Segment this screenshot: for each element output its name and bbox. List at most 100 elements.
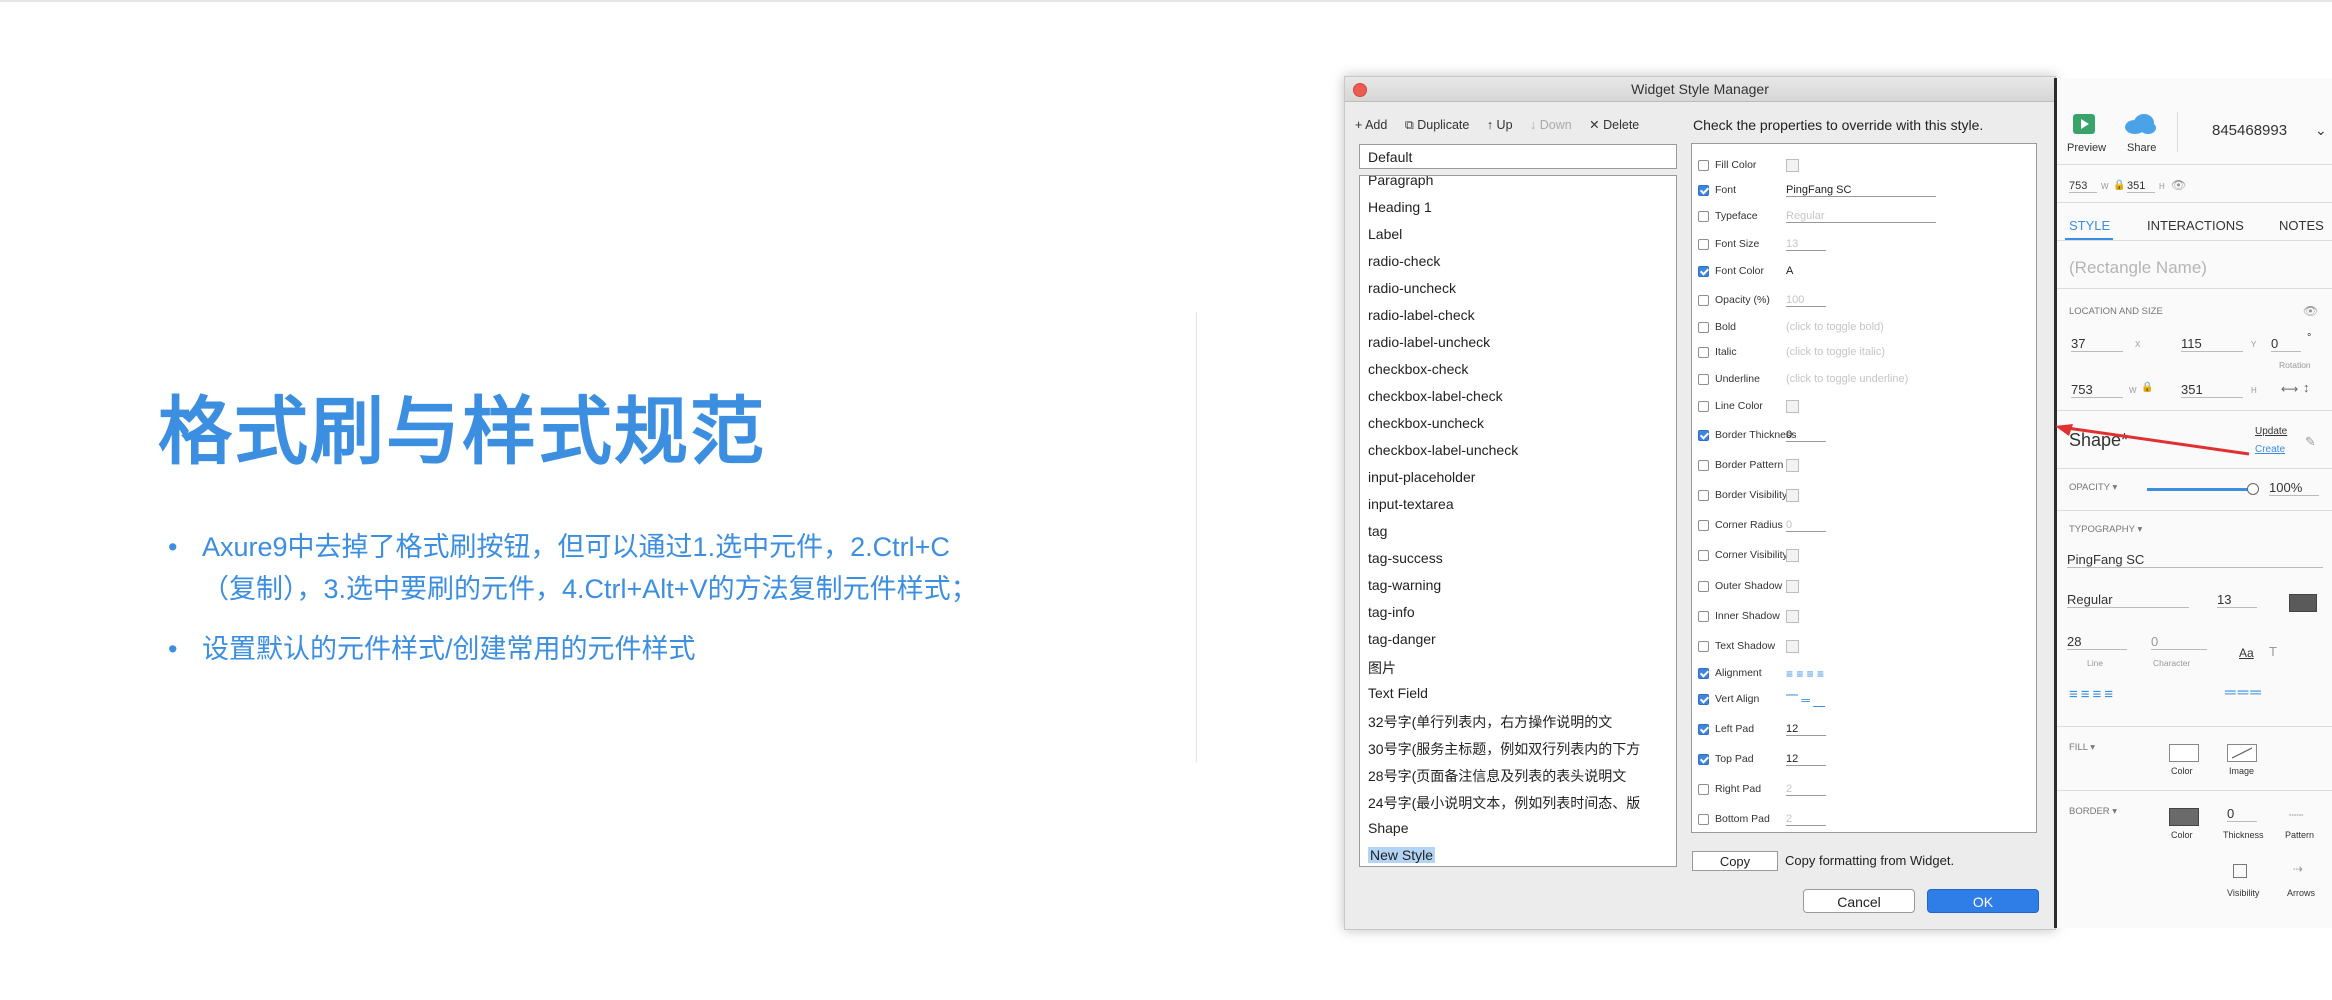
property-checkbox[interactable]: [1698, 429, 1709, 441]
opacity-field[interactable]: 100%: [2269, 480, 2319, 496]
eye-icon[interactable]: 👁: [2171, 178, 2186, 192]
cancel-button[interactable]: Cancel: [1803, 889, 1915, 913]
character-spacing-field[interactable]: 0: [2151, 634, 2207, 650]
border-color-swatch[interactable]: [2169, 808, 2199, 826]
font-weight-select[interactable]: Regular: [2067, 592, 2189, 608]
text-case-icon[interactable]: Aa: [2239, 646, 2254, 660]
property-checkbox[interactable]: [1698, 611, 1709, 622]
property-swatch[interactable]: [1786, 488, 1799, 502]
property-value[interactable]: 13: [1786, 238, 1826, 251]
property-checkbox[interactable]: [1698, 813, 1709, 825]
style-list-item[interactable]: 32号字(单行列表内，右方操作说明的文: [1368, 712, 1673, 732]
property-value[interactable]: Regular: [1786, 210, 1936, 223]
fill-color-swatch[interactable]: [2169, 744, 2199, 762]
property-swatch[interactable]: [1786, 158, 1799, 172]
style-list-item[interactable]: radio-check: [1368, 253, 1673, 269]
create-style-link[interactable]: Create: [2255, 444, 2285, 455]
style-list-item[interactable]: tag-danger: [1368, 631, 1673, 647]
style-list-item[interactable]: Heading 1: [1368, 199, 1673, 215]
copy-button[interactable]: Copy: [1692, 851, 1778, 871]
style-list-item[interactable]: Paragraph: [1368, 176, 1673, 188]
delete-style-button[interactable]: ✕ Delete: [1589, 118, 1639, 132]
style-list-item[interactable]: radio-label-check: [1368, 307, 1673, 323]
property-checkbox[interactable]: [1698, 693, 1709, 705]
top-height-field[interactable]: 351: [2127, 180, 2155, 193]
property-swatch[interactable]: [1786, 580, 1799, 593]
y-field[interactable]: 115: [2181, 336, 2243, 352]
property-value[interactable]: ⎺ ═ ⎽: [1786, 693, 1825, 708]
property-checkbox[interactable]: [1698, 668, 1709, 679]
width-field[interactable]: 753: [2071, 382, 2123, 398]
style-list-item[interactable]: 30号字(服务主标题，例如双行列表内的下方: [1368, 739, 1673, 759]
rectangle-name-field[interactable]: (Rectangle Name): [2069, 258, 2207, 278]
property-value[interactable]: 0: [1786, 519, 1826, 532]
style-list-item[interactable]: checkbox-label-uncheck: [1368, 442, 1673, 458]
eye-icon[interactable]: 👁: [2303, 304, 2318, 318]
property-checkbox[interactable]: [1698, 519, 1709, 531]
property-checkbox[interactable]: [1698, 374, 1709, 385]
property-value[interactable]: 100: [1786, 294, 1826, 307]
style-list-item[interactable]: radio-uncheck: [1368, 280, 1673, 296]
property-swatch[interactable]: [1786, 548, 1799, 562]
property-swatch[interactable]: [1786, 640, 1799, 653]
style-list-item[interactable]: 图片: [1368, 658, 1673, 678]
vertical-align-icon[interactable]: ═══: [2225, 684, 2263, 701]
cloud-share-icon[interactable]: [2123, 112, 2157, 139]
style-list-item[interactable]: 24号字(最小说明文本，例如列表时间态、版: [1368, 793, 1673, 813]
move-up-button[interactable]: ↑ Up: [1487, 118, 1513, 132]
property-checkbox[interactable]: [1698, 266, 1709, 277]
tab-interactions[interactable]: INTERACTIONS: [2147, 218, 2244, 233]
style-list-item[interactable]: checkbox-check: [1368, 361, 1673, 377]
style-list-item[interactable]: checkbox-uncheck: [1368, 415, 1673, 431]
lock-icon[interactable]: 🔒: [2113, 180, 2125, 191]
property-checkbox[interactable]: [1698, 783, 1709, 795]
text-align-icon[interactable]: ≡≡≡≡: [2069, 686, 2116, 703]
account-id[interactable]: 845468993: [2212, 122, 2287, 139]
style-list-item[interactable]: tag-warning: [1368, 577, 1673, 593]
lock-icon[interactable]: 🔒: [2141, 382, 2153, 393]
height-field[interactable]: 351: [2181, 382, 2243, 398]
property-value[interactable]: PingFang SC: [1786, 184, 1936, 197]
style-list[interactable]: Paragraph Heading 1 Label radio-check radio-…: [1359, 175, 1677, 867]
style-edit-icon[interactable]: ✎: [2305, 434, 2316, 450]
property-checkbox[interactable]: [1698, 753, 1709, 765]
close-icon[interactable]: [1353, 83, 1367, 97]
top-width-field[interactable]: 753: [2069, 180, 2097, 193]
property-checkbox[interactable]: [1698, 294, 1709, 306]
property-checkbox[interactable]: [1698, 641, 1709, 652]
property-value[interactable]: (click to toggle underline): [1786, 373, 1908, 385]
style-list-item[interactable]: tag: [1368, 523, 1673, 539]
opacity-slider[interactable]: [2147, 488, 2251, 491]
style-list-item[interactable]: input-textarea: [1368, 496, 1673, 512]
property-checkbox[interactable]: [1698, 347, 1709, 358]
property-swatch[interactable]: [1786, 458, 1799, 472]
opacity-slider-handle[interactable]: [2247, 483, 2259, 495]
property-checkbox[interactable]: [1698, 159, 1709, 171]
preview-label[interactable]: Preview: [2067, 142, 2106, 154]
arrow-style-icon[interactable]: ⇢: [2293, 862, 2303, 876]
share-label[interactable]: Share: [2127, 142, 2156, 154]
tab-style[interactable]: STYLE: [2069, 218, 2110, 233]
font-color-swatch[interactable]: [2289, 594, 2317, 612]
property-swatch[interactable]: [1786, 400, 1799, 413]
font-family-select[interactable]: PingFang SC: [2067, 552, 2323, 568]
style-list-item[interactable]: tag-info: [1368, 604, 1673, 620]
style-list-item[interactable]: tag-success: [1368, 550, 1673, 566]
property-swatch[interactable]: [1786, 610, 1799, 623]
property-value[interactable]: 12: [1786, 753, 1826, 766]
text-shadow-icon[interactable]: T: [2269, 644, 2277, 659]
fit-width-icon[interactable]: ⟷: [2281, 382, 2298, 396]
property-checkbox[interactable]: [1698, 210, 1709, 222]
property-checkbox[interactable]: [1698, 549, 1709, 561]
property-value[interactable]: (click to toggle bold): [1786, 321, 1884, 333]
style-list-item[interactable]: Text Field: [1368, 685, 1673, 701]
property-value[interactable]: ≡ ≡ ≡ ≡: [1786, 667, 1824, 681]
property-checkbox[interactable]: [1698, 239, 1709, 250]
style-list-item[interactable]: checkbox-label-check: [1368, 388, 1673, 404]
line-spacing-field[interactable]: 28: [2067, 634, 2127, 650]
property-checkbox[interactable]: [1698, 459, 1709, 471]
preview-icon[interactable]: [2073, 114, 2095, 134]
style-list-item[interactable]: Label: [1368, 226, 1673, 242]
property-value[interactable]: A: [1786, 265, 1793, 277]
fill-image-swatch[interactable]: [2227, 744, 2257, 762]
